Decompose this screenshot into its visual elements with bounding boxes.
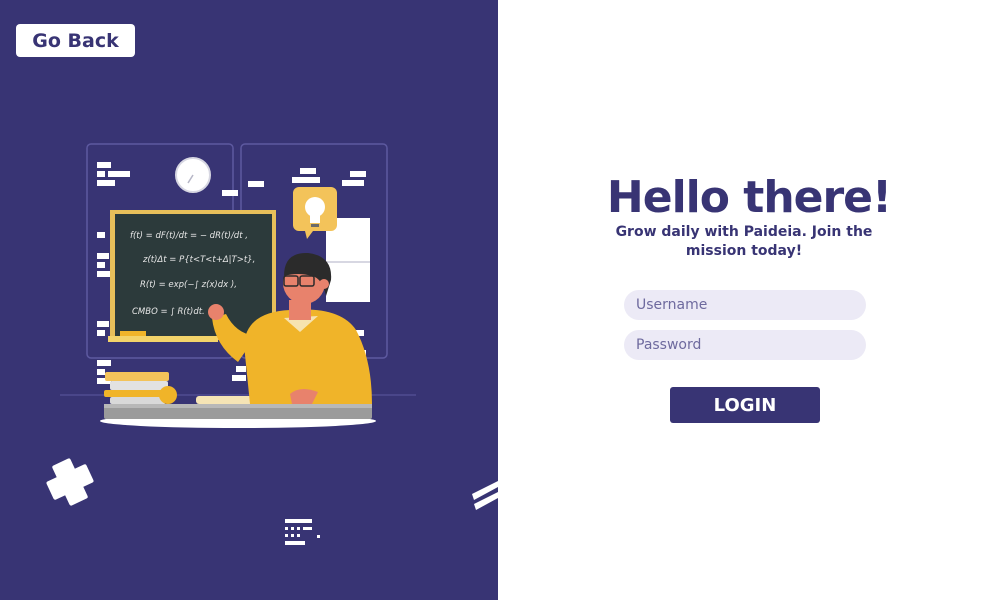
chalkboard bbox=[108, 210, 276, 342]
logo-mark-icon bbox=[285, 519, 320, 545]
left-panel: f(t) = dF(t)/dt = − dR(t)/dt , z(t)Δt = … bbox=[0, 0, 498, 600]
book-stack bbox=[104, 372, 169, 404]
page-subtitle: Grow daily with Paideia. Join the missio… bbox=[615, 224, 873, 259]
formula-line: z(t)Δt = P{t<T<t+Δ|T>t}, bbox=[142, 255, 255, 265]
password-input[interactable] bbox=[624, 330, 866, 360]
formula-line: f(t) = dF(t)/dt = − dR(t)/dt , bbox=[130, 231, 248, 241]
formula-line: R(t) = exp(−∫ z(x)dx ), bbox=[140, 280, 237, 290]
plus-icon bbox=[46, 458, 94, 506]
go-back-button[interactable]: Go Back bbox=[16, 24, 135, 57]
right-panel: Hello there! Grow daily with Paideia. Jo… bbox=[498, 0, 1000, 600]
stripe-decoration bbox=[472, 481, 498, 510]
username-input[interactable] bbox=[624, 290, 866, 320]
teacher-illustration: f(t) = dF(t)/dt = − dR(t)/dt , z(t)Δt = … bbox=[46, 143, 498, 545]
page-title: Hello there! bbox=[606, 172, 892, 223]
clock-icon bbox=[175, 157, 211, 193]
login-button[interactable]: LOGIN bbox=[670, 387, 820, 423]
formula-line: CMBO = ∫ R(t)dt. bbox=[132, 307, 205, 317]
